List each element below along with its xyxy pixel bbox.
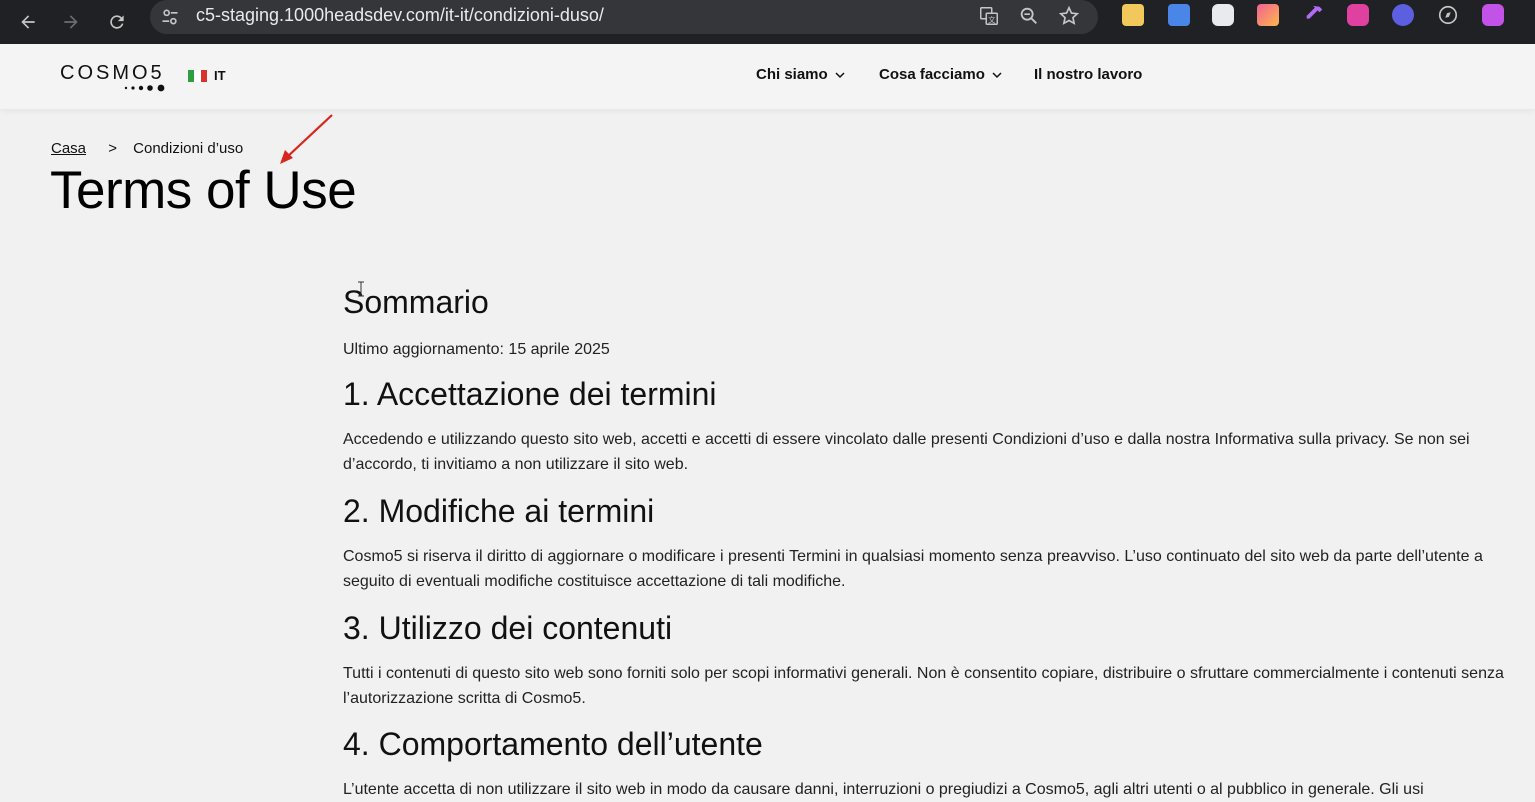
section-heading: 1. Accettazione dei termini [343, 376, 717, 412]
extension-notes-icon[interactable] [1122, 4, 1144, 26]
section-body: Tutti i contenuti di questo sito web son… [343, 665, 1504, 707]
extension-puzzle-icon[interactable] [1482, 4, 1504, 26]
extension-color-icon[interactable] [1257, 4, 1279, 26]
svg-text:文: 文 [988, 15, 996, 24]
browser-toolbar: c5-staging.1000headsdev.com/it-it/condiz… [0, 0, 1535, 44]
chevron-down-icon [992, 71, 1002, 78]
nav-label: Il nostro lavoro [1034, 66, 1143, 83]
section-body: Accedendo e utilizzando questo sito web,… [343, 431, 1470, 473]
extension-docs-icon[interactable] [1168, 4, 1190, 26]
reload-button[interactable] [99, 4, 135, 40]
page-title: Terms of Use [50, 161, 357, 220]
translate-icon[interactable]: 文 [978, 5, 1002, 29]
arrow-right-icon [64, 15, 78, 29]
breadcrumb-home-link[interactable]: Casa [51, 140, 86, 157]
extension-list-icon[interactable] [1392, 4, 1414, 26]
breadcrumb-current: Condizioni d’uso [133, 140, 244, 157]
site-logo[interactable]: COSMO5 [60, 62, 165, 85]
extension-target-icon[interactable] [1212, 4, 1234, 26]
back-button[interactable] [10, 4, 46, 40]
text-cursor-icon [358, 281, 364, 297]
section-heading: 3. Utilizzo dei contenuti [343, 610, 673, 646]
site-header: COSMO5 IT Chi siamo Cosa facciamo Il nos… [0, 44, 1535, 109]
breadcrumb-separator: > [108, 140, 117, 157]
section-heading: 4. Comportamento dell’utente [343, 726, 763, 762]
zoom-icon[interactable] [1018, 5, 1042, 29]
section-body: L’utente accetta di non utilizzare il si… [343, 781, 1424, 798]
extension-compass-icon[interactable] [1437, 4, 1459, 26]
forward-button[interactable] [53, 4, 89, 40]
reload-icon [110, 15, 124, 29]
nav-cosa-facciamo[interactable]: Cosa facciamo [879, 66, 1003, 83]
nav-il-nostro-lavoro[interactable]: Il nostro lavoro [1034, 66, 1142, 83]
nav-label: Cosa facciamo [879, 66, 985, 83]
logo-dots-icon [124, 84, 165, 92]
arrow-left-icon [21, 15, 35, 29]
address-bar[interactable]: c5-staging.1000headsdev.com/it-it/condiz… [150, 0, 1098, 34]
url-text[interactable]: c5-staging.1000headsdev.com/it-it/condiz… [196, 5, 604, 26]
section-body: Cosmo5 si riserva il diritto di aggiorna… [343, 548, 1483, 590]
section-heading: 2. Modifiche ai termini [343, 493, 655, 529]
nav-label: Chi siamo [756, 66, 828, 83]
bookmark-star-icon[interactable] [1058, 5, 1082, 29]
chevron-down-icon [835, 71, 845, 78]
italy-flag-icon[interactable] [188, 70, 207, 82]
nav-chi-siamo[interactable]: Chi siamo [756, 66, 846, 83]
extension-video-icon[interactable] [1347, 4, 1369, 26]
last-updated-text: Ultimo aggiornamento: 15 aprile 2025 [343, 341, 610, 358]
breadcrumb: Casa > Condizioni d’uso [51, 140, 243, 157]
language-selector[interactable]: IT [214, 68, 226, 83]
extension-eyedropper-icon[interactable] [1303, 4, 1325, 26]
site-info-icon[interactable] [160, 7, 180, 27]
